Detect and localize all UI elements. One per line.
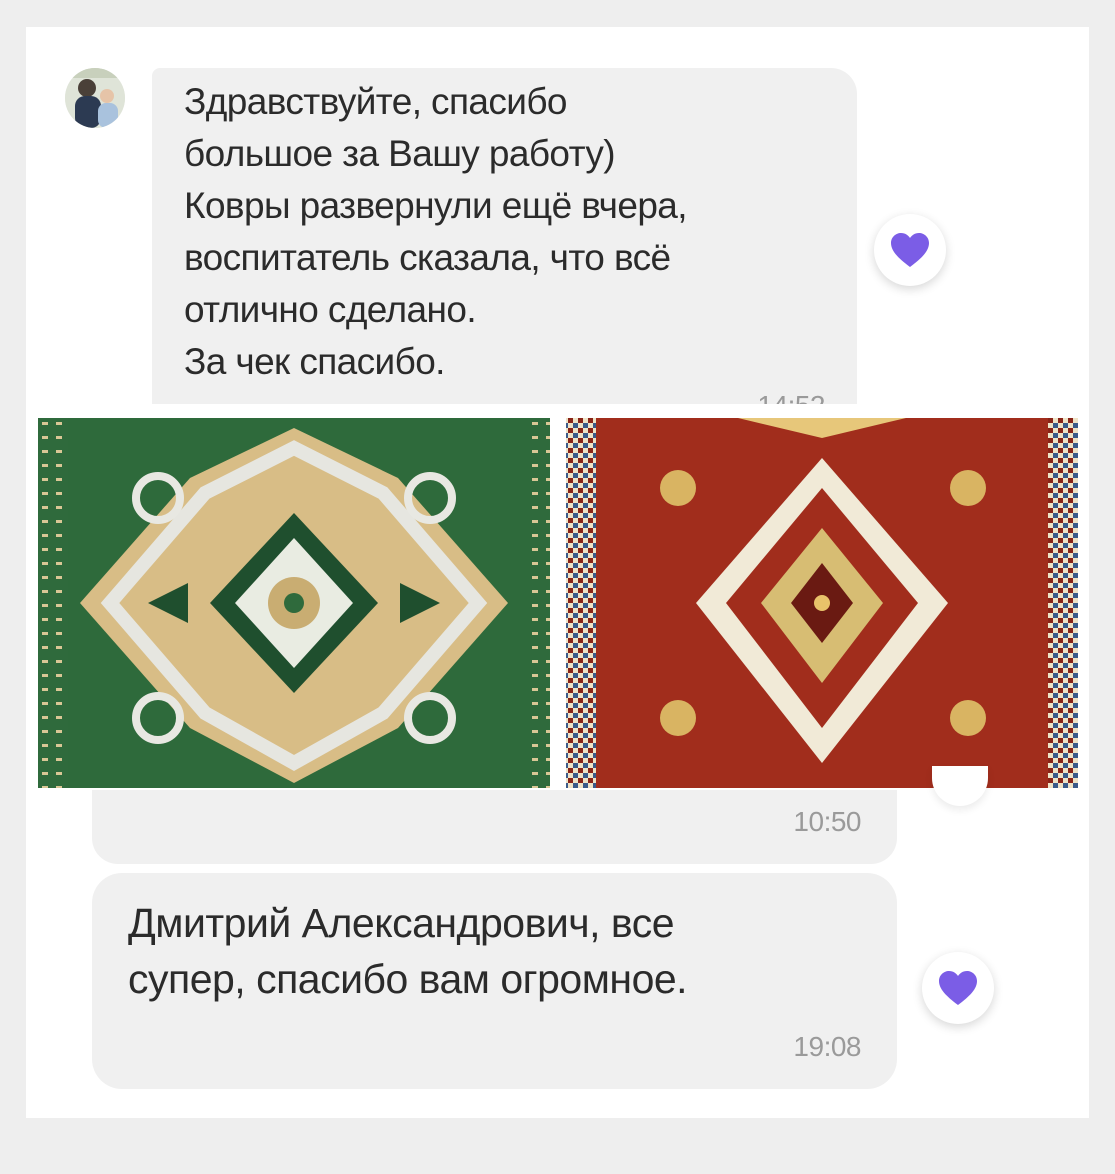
heart-icon [891, 233, 929, 267]
reaction-button-3[interactable] [922, 952, 994, 1024]
message-bubble-2[interactable]: 10:50 [92, 790, 897, 864]
message-bubble-1[interactable]: Здравствуйте, спасибо большое за Вашу ра… [152, 68, 857, 421]
message-line: Здравствуйте, спасибо [184, 81, 568, 122]
message-line: Ковры развернули ещё вчера, [184, 185, 688, 226]
message-time-2: 10:50 [793, 806, 861, 837]
reaction-button-1[interactable] [874, 214, 946, 286]
message-time-3: 19:08 [793, 1031, 861, 1062]
bubble-gap [152, 404, 857, 418]
message-text-3: Дмитрий Александрович, все супер, спасиб… [128, 895, 868, 1007]
message-text-1: Здравствуйте, спасибо большое за Вашу ра… [184, 76, 844, 388]
message-line: За чек спасибо. [184, 341, 445, 382]
red-carpet-photo [566, 418, 1078, 788]
avatar-photo [65, 68, 125, 128]
carpet-photos-image [38, 418, 1078, 788]
message-line: супер, спасибо вам огромное. [128, 956, 688, 1002]
carpet-photos[interactable] [38, 418, 1078, 788]
message-bubble-3[interactable]: Дмитрий Александрович, все супер, спасиб… [92, 873, 897, 1089]
message-line: воспитатель сказала, что всё [184, 237, 671, 278]
sender-avatar[interactable] [65, 68, 125, 128]
heart-icon [939, 971, 977, 1005]
message-line: отлично сделано. [184, 289, 477, 330]
message-line: Дмитрий Александрович, все [128, 900, 675, 946]
message-line: большое за Вашу работу) [184, 133, 616, 174]
green-carpet-photo [38, 418, 550, 788]
